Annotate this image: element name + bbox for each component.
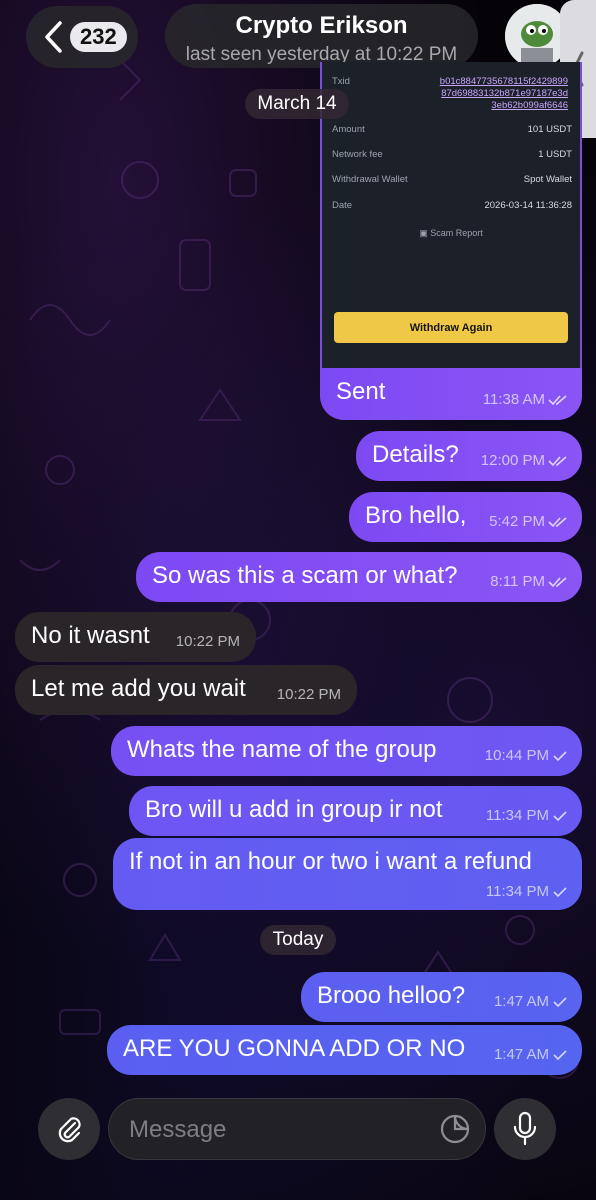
date-separator: Today xyxy=(260,925,336,955)
message-text: ARE YOU GONNA ADD OR NO xyxy=(123,1035,466,1062)
date-separator: March 14 xyxy=(245,89,349,119)
message-time: 1:47 AM xyxy=(494,993,568,1010)
message-bubble-outgoing[interactable]: Sent 11:38 AM xyxy=(320,368,582,420)
message-input-container[interactable] xyxy=(108,1098,486,1160)
date-value: 2026-03-14 11:36:28 xyxy=(484,200,572,211)
chat-title-bar[interactable]: Crypto Erikson last seen yesterday at 10… xyxy=(165,4,478,68)
txid-line: 87d69883132b871e97187e3d xyxy=(441,88,568,99)
wallet-label: Withdrawal Wallet xyxy=(332,174,408,185)
unread-count-badge: 232 xyxy=(70,22,127,52)
message-bubble-incoming[interactable]: Let me add you wait 10:22 PM xyxy=(15,665,357,715)
message-text: Whats the name of the group xyxy=(127,736,437,763)
message-bubble-outgoing[interactable]: So was this a scam or what? 8:11 PM xyxy=(136,552,582,602)
message-text: No it wasnt xyxy=(31,622,150,649)
txid-value: b01c8847735678115f2429899 87d69883132b87… xyxy=(440,76,568,112)
txid-line: 3eb62b099af6646 xyxy=(491,100,568,111)
check-icon xyxy=(553,811,567,822)
message-text: Bro will u add in group ir not xyxy=(145,796,443,823)
check-icon xyxy=(553,997,567,1008)
message-text: Let me add you wait xyxy=(31,675,246,702)
message-bubble-outgoing[interactable]: Details? 12:00 PM xyxy=(356,431,582,481)
message-text: So was this a scam or what? xyxy=(152,562,458,589)
scam-report-label: Scam Report xyxy=(430,228,483,238)
attach-button[interactable] xyxy=(38,1098,100,1160)
message-text: Sent xyxy=(336,378,386,405)
message-time: 11:38 AM xyxy=(483,391,568,408)
message-time: 10:22 PM xyxy=(175,633,240,650)
message-time: 1:47 AM xyxy=(494,1046,568,1063)
double-check-icon xyxy=(548,517,567,528)
microphone-icon xyxy=(513,1111,537,1146)
chevron-left-icon xyxy=(45,21,62,53)
message-bubble-outgoing[interactable]: Bro will u add in group ir not 11:34 PM xyxy=(129,786,582,836)
back-button[interactable]: 232 xyxy=(26,6,138,68)
message-input[interactable] xyxy=(127,1113,431,1147)
amount-label: Amount xyxy=(332,124,365,135)
double-check-icon xyxy=(548,577,567,588)
check-icon xyxy=(553,1050,567,1061)
message-bubble-outgoing[interactable]: Bro hello, 5:42 PM xyxy=(349,492,582,542)
message-text: Bro hello, xyxy=(365,502,467,529)
report-icon: ▣ xyxy=(419,228,431,238)
message-time: 11:34 PM xyxy=(486,883,568,900)
message-time: 5:42 PM xyxy=(489,513,568,530)
txid-label: Txid xyxy=(332,76,350,87)
message-text: Details? xyxy=(372,441,459,468)
withdrawal-screenshot[interactable]: Txid b01c8847735678115f2429899 87d698831… xyxy=(320,62,582,368)
sticker-icon[interactable] xyxy=(439,1113,471,1145)
date-label: Date xyxy=(332,200,353,211)
message-bubble-outgoing[interactable]: If not in an hour or two i want a refund… xyxy=(113,838,582,910)
message-bubble-incoming[interactable]: No it wasnt 10:22 PM xyxy=(15,612,256,662)
voice-message-button[interactable] xyxy=(494,1098,556,1160)
check-icon xyxy=(553,887,567,898)
message-text: Brooo helloo? xyxy=(317,982,466,1009)
fee-value: 1 USDT xyxy=(538,149,572,160)
wallet-value: Spot Wallet xyxy=(523,174,572,185)
message-time: 10:22 PM xyxy=(276,686,341,703)
message-bubble-outgoing[interactable]: Whats the name of the group 10:44 PM xyxy=(111,726,582,776)
message-time: 11:34 PM xyxy=(486,807,568,824)
paperclip-icon xyxy=(58,1117,81,1143)
message-text: If not in an hour or two i want a refund xyxy=(129,848,532,875)
message-bubble-outgoing[interactable]: ARE YOU GONNA ADD OR NO 1:47 AM xyxy=(107,1025,582,1075)
message-time: 10:44 PM xyxy=(485,747,568,764)
scam-report-link: ▣ Scam Report xyxy=(322,228,580,239)
double-check-icon xyxy=(548,395,567,406)
txid-line: b01c8847735678115f2429899 xyxy=(439,76,568,87)
withdraw-again-button: Withdraw Again xyxy=(334,312,568,343)
message-bubble-outgoing[interactable]: Brooo helloo? 1:47 AM xyxy=(301,972,582,1022)
check-icon xyxy=(553,751,567,762)
contact-name: Crypto Erikson xyxy=(235,12,408,39)
amount-value: 101 USDT xyxy=(527,124,572,135)
message-time: 12:00 PM xyxy=(481,452,568,469)
fee-label: Network fee xyxy=(332,149,383,160)
message-time: 8:11 PM xyxy=(490,573,568,590)
double-check-icon xyxy=(548,456,567,467)
